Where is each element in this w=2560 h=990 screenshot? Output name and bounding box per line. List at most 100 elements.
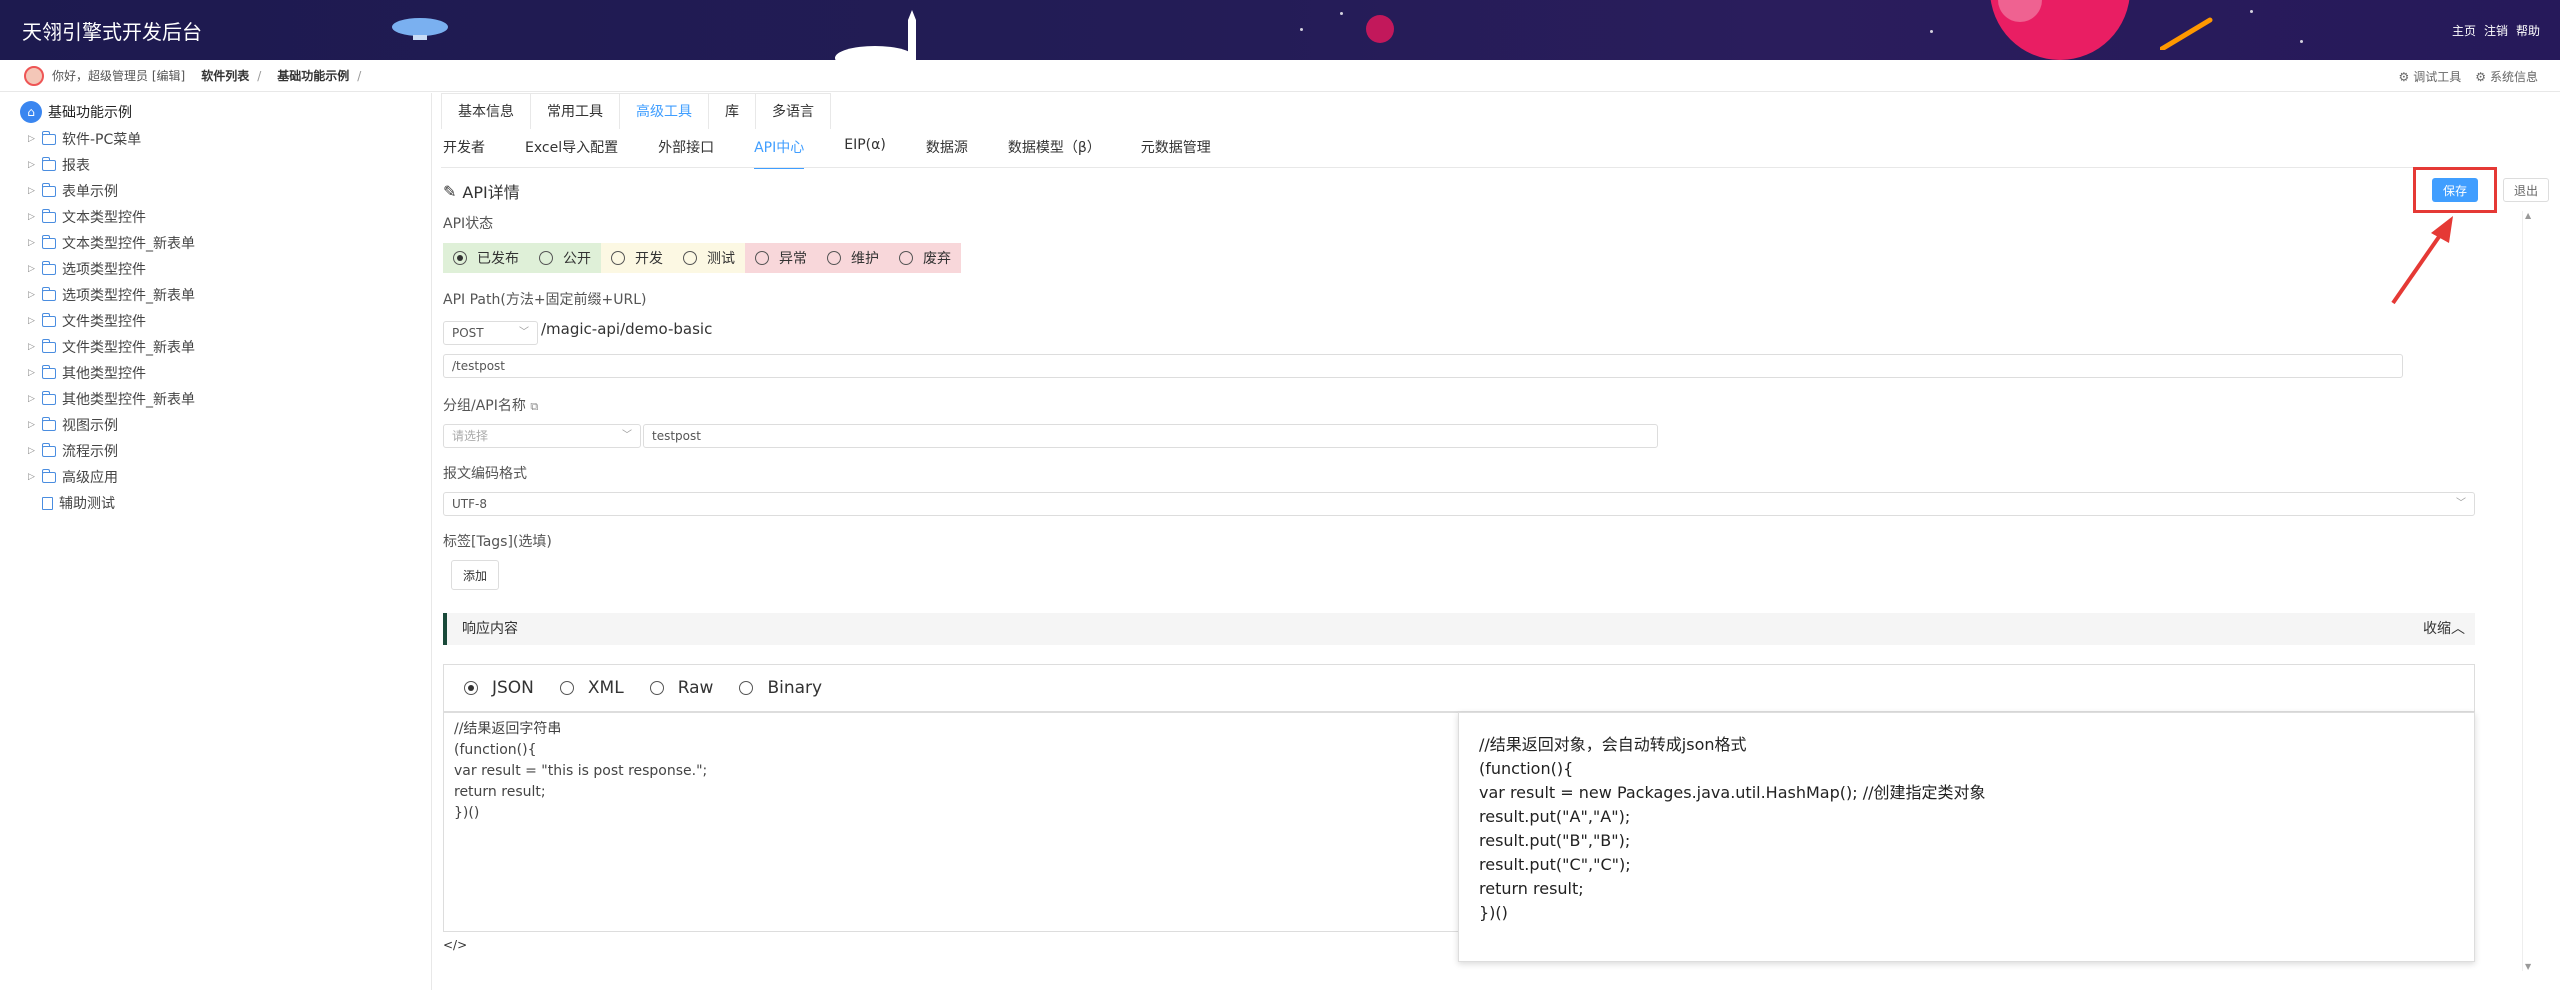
format-option[interactable]: XML <box>559 678 624 698</box>
radio-icon[interactable] <box>683 251 697 265</box>
radio-icon[interactable] <box>464 681 478 695</box>
subtab-6[interactable]: 数据模型（β） <box>1008 137 1101 169</box>
sidebar-item[interactable]: ▷ 其他类型控件 <box>28 362 146 384</box>
tab-2[interactable]: 高级工具 <box>619 93 709 129</box>
breadcrumb-basic-demo[interactable]: 基础功能示例 <box>277 67 349 84</box>
radio-icon[interactable] <box>739 681 754 695</box>
sidebar-item[interactable]: ▷ 软件-PC菜单 <box>28 128 141 150</box>
collapse-button[interactable]: 收缩︿ <box>2423 613 2465 645</box>
expand-arrow-icon[interactable]: ▷ <box>28 394 42 404</box>
tab-1[interactable]: 常用工具 <box>530 93 620 129</box>
expand-arrow-icon[interactable]: ▷ <box>28 316 42 326</box>
subtab-4[interactable]: EIP(α) <box>844 137 886 169</box>
subtab-1[interactable]: Excel导入配置 <box>525 137 618 169</box>
scrollbar[interactable] <box>2522 211 2536 971</box>
expand-arrow-icon[interactable]: ▷ <box>28 264 42 274</box>
sidebar-item[interactable]: ▷ 表单示例 <box>28 180 118 202</box>
radio-icon[interactable] <box>559 681 574 695</box>
home-link[interactable]: 主页 <box>2452 22 2476 39</box>
sidebar-item[interactable]: ▷ 文本类型控件_新表单 <box>28 232 195 254</box>
expand-arrow-icon[interactable]: ▷ <box>28 134 42 144</box>
expand-arrow-icon[interactable]: ▷ <box>28 290 42 300</box>
radio-icon[interactable] <box>755 251 769 265</box>
expand-arrow-icon[interactable]: ▷ <box>28 212 42 222</box>
api-prefix: /magic-api/demo-basic <box>541 320 713 338</box>
tab-0[interactable]: 基本信息 <box>441 93 531 129</box>
sidebar-item[interactable]: ▷ 流程示例 <box>28 440 118 462</box>
subtab-2[interactable]: 外部接口 <box>658 137 714 169</box>
sidebar-item[interactable]: ▷ 报表 <box>28 154 90 176</box>
sidebar-item-label: 其他类型控件 <box>62 366 146 382</box>
format-option[interactable]: Raw <box>649 678 713 698</box>
subtab-3[interactable]: API中心 <box>754 137 805 169</box>
sidebar-item[interactable]: ▷ 选项类型控件_新表单 <box>28 284 195 306</box>
expand-arrow-icon[interactable]: ▷ <box>28 368 42 378</box>
status-option[interactable]: 异常 <box>745 243 817 273</box>
document-icon <box>42 496 53 510</box>
subtab-5[interactable]: 数据源 <box>926 137 968 169</box>
folder-icon <box>42 390 56 405</box>
expand-arrow-icon[interactable]: ▷ <box>28 186 42 196</box>
sidebar-item[interactable]: ▷ 视图示例 <box>28 414 118 436</box>
sidebar-item[interactable]: ▷ 选项类型控件 <box>28 258 146 280</box>
subtab-7[interactable]: 元数据管理 <box>1141 137 1211 169</box>
sidebar-item[interactable]: ▷ 文件类型控件_新表单 <box>28 336 195 358</box>
radio-icon[interactable] <box>611 251 625 265</box>
status-option[interactable]: 测试 <box>673 243 745 273</box>
debug-tools-label: 调试工具 <box>2413 70 2462 84</box>
subtab-0[interactable]: 开发者 <box>443 137 485 169</box>
avatar[interactable] <box>24 65 44 86</box>
code-icon[interactable]: </> <box>443 938 467 952</box>
tab-4[interactable]: 多语言 <box>755 93 831 129</box>
encoding-select[interactable]: UTF-8 ﹀ <box>443 492 2475 516</box>
status-option[interactable]: 已发布 <box>443 243 529 273</box>
response-format-group: JSON XML Raw Binary <box>443 664 2475 712</box>
sidebar-item-label: 辅助测试 <box>59 496 115 512</box>
tree-root[interactable]: ⌂ 基础功能示例 <box>20 101 132 123</box>
star-decoration <box>1340 12 1343 15</box>
radio-icon[interactable] <box>453 251 467 265</box>
copy-icon[interactable]: ⧉ <box>530 400 538 413</box>
expand-arrow-icon[interactable]: ▷ <box>28 420 42 430</box>
logout-link[interactable]: 注销 <box>2484 22 2508 39</box>
exit-button[interactable]: 退出 <box>2503 178 2549 202</box>
radio-icon[interactable] <box>649 681 664 695</box>
chevron-down-icon: ﹀ <box>519 327 529 338</box>
url-input[interactable]: /testpost <box>443 354 2403 378</box>
format-option-label: XML <box>587 678 624 698</box>
sidebar-item[interactable]: ▷ 其他类型控件_新表单 <box>28 388 195 410</box>
breadcrumb-software-list[interactable]: 软件列表 <box>201 67 249 84</box>
save-button[interactable]: 保存 <box>2432 178 2478 202</box>
star-decoration <box>1930 30 1933 33</box>
folder-icon <box>42 182 56 197</box>
radio-icon[interactable] <box>899 251 913 265</box>
status-option[interactable]: 开发 <box>601 243 673 273</box>
debug-tools-link[interactable]: ⚙ 调试工具 <box>2398 68 2461 85</box>
sidebar-item[interactable]: ▷ 文本类型控件 <box>28 206 146 228</box>
expand-arrow-icon[interactable]: ▷ <box>28 160 42 170</box>
method-select[interactable]: POST ﹀ <box>443 321 538 345</box>
system-info-link[interactable]: ⚙ 系统信息 <box>2475 68 2538 85</box>
tab-3[interactable]: 库 <box>708 93 756 129</box>
status-option[interactable]: 公开 <box>529 243 601 273</box>
sidebar-item[interactable]: 辅助测试 <box>28 492 115 514</box>
format-option-label: Binary <box>767 678 823 698</box>
group-select[interactable]: 请选择 ﹀ <box>443 424 641 448</box>
format-option[interactable]: JSON <box>464 678 534 698</box>
expand-arrow-icon[interactable]: ▷ <box>28 472 42 482</box>
expand-arrow-icon[interactable]: ▷ <box>28 342 42 352</box>
help-link[interactable]: 帮助 <box>2516 22 2540 39</box>
radio-icon[interactable] <box>827 251 841 265</box>
api-name-input[interactable]: testpost <box>643 424 1658 448</box>
expand-arrow-icon[interactable]: ▷ <box>28 446 42 456</box>
add-tag-button[interactable]: 添加 <box>451 560 499 590</box>
radio-icon[interactable] <box>539 251 553 265</box>
status-option[interactable]: 维护 <box>817 243 889 273</box>
format-option[interactable]: Binary <box>739 678 822 698</box>
greeting-text[interactable]: 你好，超级管理员 [编辑] <box>52 67 185 84</box>
code-editor[interactable]: //结果返回字符串 (function(){ var result = "thi… <box>443 712 1463 932</box>
expand-arrow-icon[interactable]: ▷ <box>28 238 42 248</box>
status-option[interactable]: 废弃 <box>889 243 961 273</box>
sidebar-item[interactable]: ▷ 高级应用 <box>28 466 118 488</box>
sidebar-item[interactable]: ▷ 文件类型控件 <box>28 310 146 332</box>
